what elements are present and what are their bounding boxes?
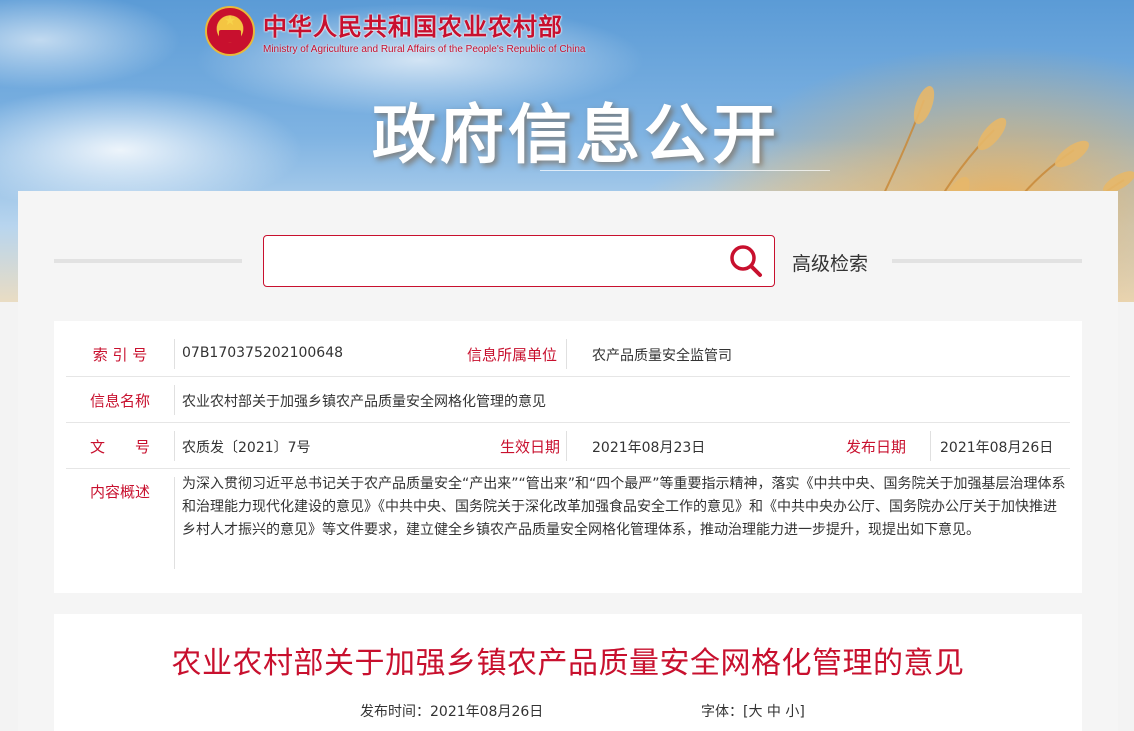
search-divider-right	[892, 259, 1082, 263]
doc-value: 农质发〔2021〕7号	[182, 440, 311, 456]
search-row: 高级检索	[18, 235, 1118, 287]
divider	[174, 477, 175, 569]
font-medium-button[interactable]: 中	[767, 704, 781, 720]
publish-label: 发布日期	[845, 438, 906, 456]
unit-value: 农产品质量安全监管司	[592, 348, 732, 364]
index-label: 索 引 号	[92, 346, 148, 364]
ministry-name-cn: 中华人民共和国农业农村部	[263, 12, 563, 41]
search-divider-left	[54, 259, 242, 263]
font-size-control: 字体：[大 中 小]	[701, 701, 805, 721]
info-row-name: 信息名称 农业农村部关于加强乡镇农产品质量安全网格化管理的意见	[66, 377, 1070, 423]
font-large-button[interactable]: 大	[748, 704, 762, 720]
publish-time: 发布时间：2021年08月26日	[360, 704, 544, 720]
name-label: 信息名称	[89, 392, 150, 410]
divider	[174, 385, 175, 415]
effective-label: 生效日期	[499, 438, 560, 456]
article-section: 农业农村部关于加强乡镇农产品质量安全网格化管理的意见 发布时间：2021年08月…	[54, 614, 1082, 731]
summary-label: 内容概述	[89, 483, 150, 501]
font-small-button[interactable]: 小	[785, 704, 799, 720]
search-box	[263, 235, 775, 287]
divider	[930, 431, 931, 461]
font-size-close: ]	[799, 704, 805, 720]
divider	[174, 431, 175, 461]
advanced-search-link[interactable]: 高级检索	[792, 249, 868, 276]
info-table: 索 引 号 07B170375202100648 信息所属单位 农产品质量安全监…	[54, 321, 1082, 593]
page-title: 政府信息公开	[372, 99, 780, 173]
ministry-name-en: Ministry of Agriculture and Rural Affair…	[263, 44, 586, 55]
index-value: 07B170375202100648	[182, 345, 344, 361]
banner-divider	[540, 170, 830, 171]
divider	[174, 339, 175, 369]
divider	[566, 339, 567, 369]
unit-label: 信息所属单位	[466, 346, 557, 364]
national-emblem-icon: ★	[205, 6, 255, 56]
font-size-label: 字体：[	[701, 704, 749, 720]
search-button[interactable]	[718, 236, 774, 286]
content-card: 高级检索 索 引 号 07B170375202100648 信息所属单位 农产品…	[18, 191, 1118, 731]
divider	[566, 431, 567, 461]
search-input[interactable]	[264, 236, 718, 286]
info-row-summary: 内容概述 为深入贯彻习近平总书记关于农产品质量安全“产出来”“管出来”和“四个最…	[66, 469, 1070, 577]
doc-label: 文 号	[89, 438, 150, 456]
summary-value: 为深入贯彻习近平总书记关于农产品质量安全“产出来”“管出来”和“四个最严”等重要…	[182, 476, 1066, 538]
info-row-index: 索 引 号 07B170375202100648 信息所属单位 农产品质量安全监…	[66, 331, 1070, 377]
search-icon	[730, 245, 762, 277]
effective-value: 2021年08月23日	[592, 440, 706, 456]
info-row-doc: 文 号 农质发〔2021〕7号 生效日期 2021年08月23日 发布日期 20…	[66, 423, 1070, 469]
ministry-logo[interactable]: ★ 中华人民共和国农业农村部 Ministry of Agriculture a…	[205, 6, 585, 56]
name-value: 农业农村部关于加强乡镇农产品质量安全网格化管理的意见	[182, 394, 546, 410]
publish-value: 2021年08月26日	[940, 440, 1054, 456]
article-title: 农业农村部关于加强乡镇农产品质量安全网格化管理的意见	[171, 646, 965, 681]
